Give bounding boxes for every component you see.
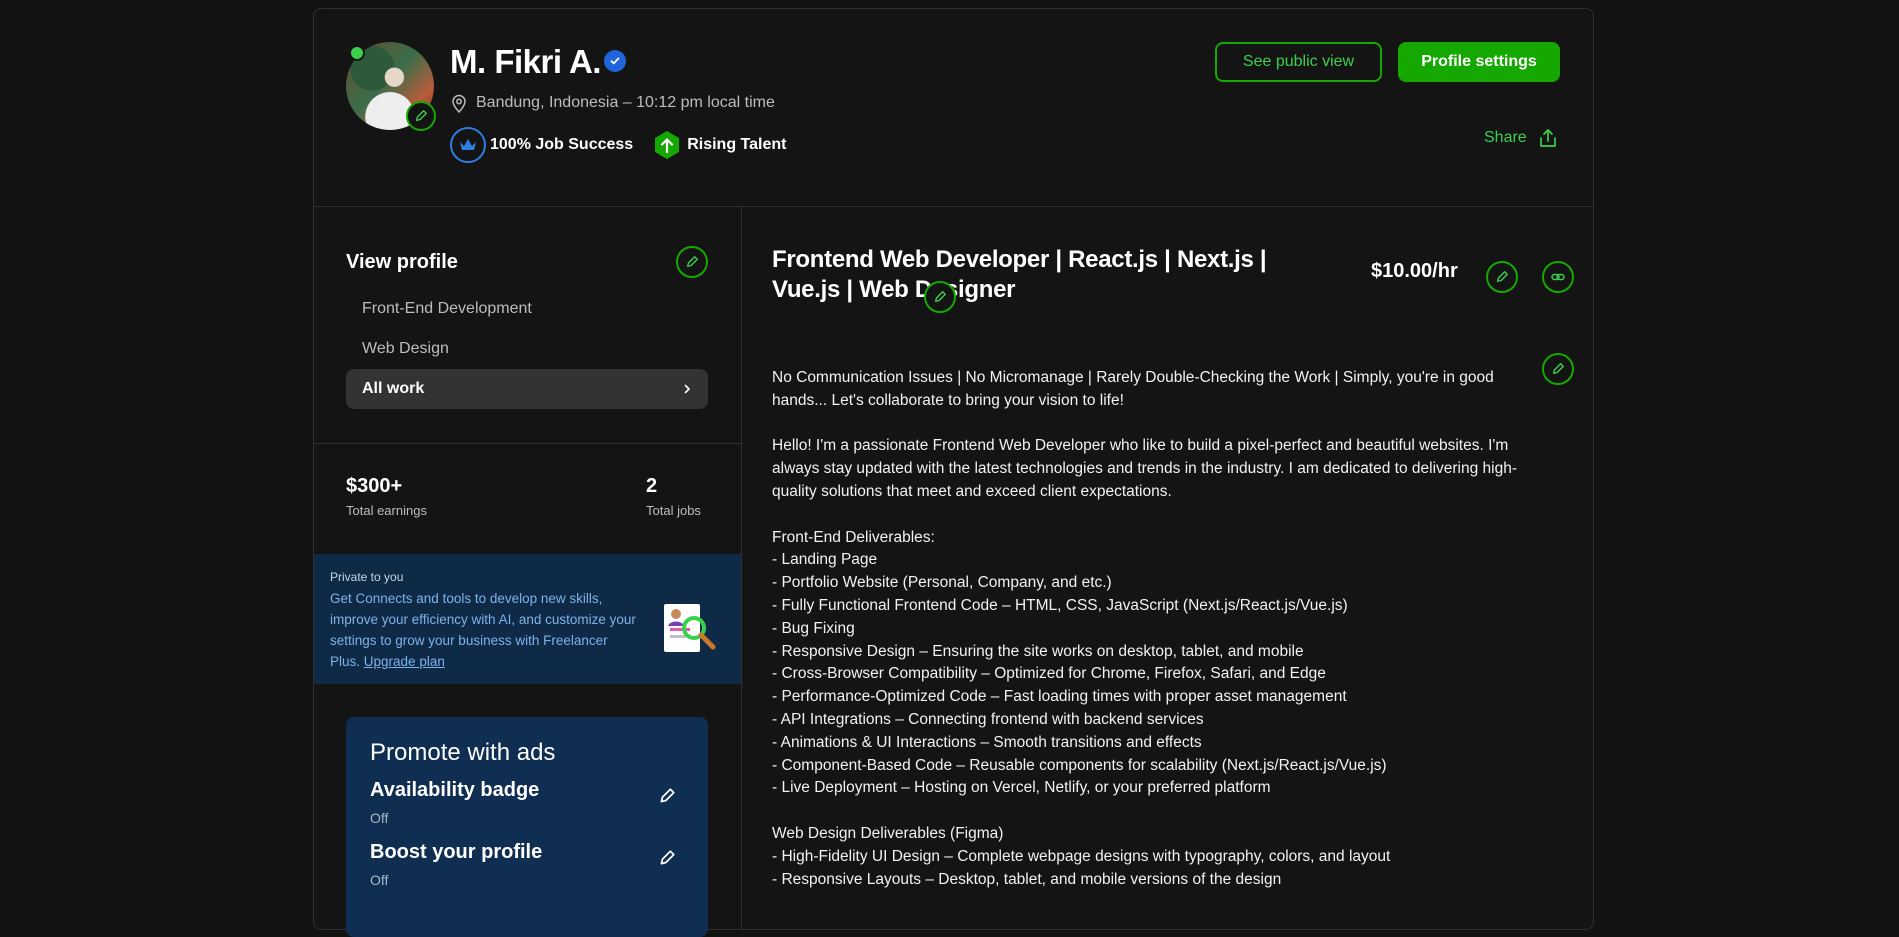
promote-with-ads-panel: Promote with ads Availability badge Off …	[346, 717, 708, 937]
boost-profile-status: Off	[370, 872, 389, 888]
list-item: - Landing Page	[772, 551, 878, 569]
profile-title: Frontend Web Developer | React.js | Next…	[772, 246, 1267, 303]
divider	[314, 443, 741, 444]
list-item: - Cross-Browser Compatibility – Optimize…	[772, 665, 1326, 683]
pencil-icon	[934, 291, 946, 303]
private-text: Get Connects and tools to develop new sk…	[330, 588, 640, 672]
pencil-icon	[1496, 271, 1508, 283]
promote-title: Promote with ads	[370, 739, 556, 766]
share-icon	[1539, 129, 1556, 147]
edit-overview-button[interactable]	[1542, 353, 1574, 385]
frontend-deliverables-heading: Front-End Deliverables:	[772, 528, 935, 546]
location-text: Bandung, Indonesia – 10:12 pm local time	[476, 94, 775, 111]
list-item: - Responsive Layouts – Desktop, tablet, …	[772, 870, 1282, 888]
total-jobs-value: 2	[646, 475, 658, 497]
edit-title-button[interactable]	[924, 281, 956, 313]
profile-header: M. Fikri A. Bandung, Indonesia – 10:12 p…	[314, 9, 1593, 207]
chevron-right-icon	[684, 384, 691, 394]
profile-location: Bandung, Indonesia – 10:12 pm local time	[450, 93, 775, 113]
upgrade-plan-link[interactable]: Upgrade plan	[364, 654, 445, 669]
pencil-icon[interactable]	[658, 787, 676, 805]
pencil-icon[interactable]	[658, 849, 676, 867]
edit-rate-button[interactable]	[1486, 261, 1518, 293]
all-work-item[interactable]: All work	[346, 369, 708, 409]
total-jobs-label: Total jobs	[646, 503, 701, 518]
list-item: - Live Deployment – Hosting on Vercel, N…	[772, 779, 1271, 797]
total-earnings-value: $300+	[346, 475, 403, 497]
profile-settings-button[interactable]: Profile settings	[1398, 42, 1560, 82]
verified-icon	[604, 50, 626, 72]
rising-talent-label: Rising Talent	[687, 136, 787, 153]
boost-profile-title: Boost your profile	[370, 841, 543, 863]
arrow-up-icon	[655, 131, 680, 159]
availability-badge-title: Availability badge	[370, 779, 540, 801]
list-item: - Component-Based Code – Reusable compon…	[772, 756, 1387, 774]
private-upsell-panel: Private to you Get Connects and tools to…	[314, 554, 741, 684]
rising-talent-badge[interactable]: Rising Talent	[651, 129, 786, 161]
profile-name: M. Fikri A.	[450, 43, 601, 80]
see-public-view-button[interactable]: See public view	[1215, 42, 1382, 82]
share-button[interactable]: Share	[1484, 127, 1559, 149]
specialization-frontend[interactable]: Front-End Development	[362, 300, 532, 318]
list-item: - High-Fidelity UI Design – Complete web…	[772, 847, 1391, 865]
list-item: - Animations & UI Interactions – Smooth …	[772, 733, 1202, 751]
copy-link-button[interactable]	[1542, 261, 1574, 293]
specialization-web-design[interactable]: Web Design	[362, 340, 449, 358]
pencil-icon	[686, 256, 698, 268]
profile-overview: No Communication Issues | No Micromanage…	[772, 367, 1532, 891]
all-work-label: All work	[362, 380, 425, 397]
web-design-deliverables-heading: Web Design Deliverables (Figma)	[772, 824, 1004, 842]
view-profile-heading: View profile	[346, 251, 458, 273]
list-item: - API Integrations – Connecting frontend…	[772, 710, 1204, 728]
online-status-dot	[349, 45, 365, 61]
availability-badge-status: Off	[370, 810, 389, 826]
job-success-badge[interactable]: 100% Job Success	[450, 127, 633, 163]
job-success-label: 100% Job Success	[490, 136, 634, 153]
hourly-rate: $10.00/hr	[1371, 260, 1458, 282]
edit-specializations-button[interactable]	[676, 246, 708, 278]
profile-sidebar: View profile Front-End Development Web D…	[314, 207, 742, 937]
list-item: - Fully Functional Frontend Code – HTML,…	[772, 596, 1348, 614]
overview-about: Hello! I'm a passionate Frontend Web Dev…	[772, 437, 1518, 500]
profile-badges: 100% Job Success Rising Talent	[450, 127, 786, 163]
search-profile-illustration	[664, 604, 716, 652]
overview-intro: No Communication Issues | No Micromanage…	[772, 369, 1494, 409]
profile-main: Frontend Web Developer | React.js | Next…	[742, 207, 1593, 929]
link-icon	[1551, 273, 1565, 281]
crown-icon	[450, 127, 486, 163]
pencil-icon	[1552, 363, 1564, 375]
list-item: - Portfolio Website (Personal, Company, …	[772, 574, 1112, 592]
edit-avatar-button[interactable]	[406, 101, 436, 131]
list-item: - Responsive Design – Ensuring the site …	[772, 642, 1304, 660]
pencil-icon	[415, 110, 427, 122]
list-item: - Performance-Optimized Code – Fast load…	[772, 688, 1347, 706]
list-item: - Bug Fixing	[772, 619, 855, 637]
private-label: Private to you	[330, 570, 404, 584]
total-earnings-label: Total earnings	[346, 503, 427, 518]
profile-card: M. Fikri A. Bandung, Indonesia – 10:12 p…	[313, 8, 1594, 937]
share-label: Share	[1484, 129, 1527, 146]
location-pin-icon	[452, 94, 466, 113]
